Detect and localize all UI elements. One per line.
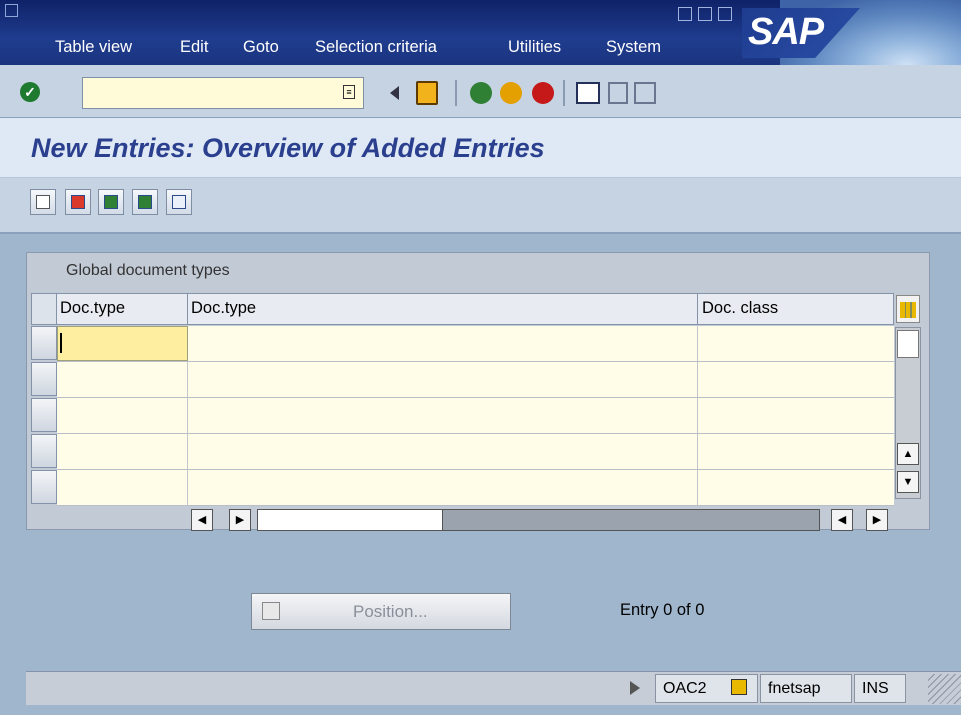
toolbar-separator — [563, 80, 565, 106]
row-selector[interactable] — [31, 326, 57, 360]
page-title: New Entries: Overview of Added Entries — [31, 133, 545, 163]
select-block-icon[interactable] — [132, 189, 158, 215]
cell-doc-type[interactable] — [57, 362, 188, 397]
find-icon[interactable] — [608, 82, 628, 104]
minimize-icon[interactable] — [678, 7, 692, 21]
cell-doc-type[interactable] — [57, 470, 188, 505]
close-icon[interactable] — [718, 7, 732, 21]
scroll-down-icon[interactable]: ▼ — [897, 471, 919, 493]
column-header-doc-type[interactable]: Doc.type — [57, 293, 188, 325]
column-header-doc-type-description[interactable]: Doc.type — [188, 293, 698, 325]
maximize-icon[interactable] — [698, 7, 712, 21]
find-next-icon[interactable] — [634, 82, 656, 104]
menu-system[interactable]: System — [606, 38, 661, 57]
cancel-icon[interactable] — [532, 82, 554, 104]
delete-icon[interactable] — [65, 189, 91, 215]
change-display-icon[interactable] — [30, 189, 56, 215]
session-list-icon[interactable] — [731, 679, 747, 695]
enter-icon[interactable]: ✓ — [20, 82, 40, 102]
status-expand-icon[interactable] — [630, 681, 640, 695]
deselect-all-icon[interactable] — [166, 189, 192, 215]
table-row — [57, 470, 894, 506]
sap-logo-text: SAP — [748, 11, 824, 53]
print-icon[interactable] — [576, 82, 600, 104]
status-server: fnetsap — [760, 674, 852, 703]
scroll-right-icon[interactable]: ▶ — [229, 509, 251, 531]
status-transaction-label: OAC2 — [663, 680, 707, 697]
menu-goto[interactable]: Goto — [243, 38, 279, 57]
command-history-icon[interactable]: ≡ — [343, 85, 355, 99]
menu-utilities[interactable]: Utilities — [508, 38, 561, 57]
menu-edit[interactable]: Edit — [180, 38, 208, 57]
exit-icon[interactable] — [500, 82, 522, 104]
resize-grip[interactable] — [928, 674, 961, 704]
command-field[interactable]: ≡ — [82, 77, 364, 109]
row-selector[interactable] — [31, 398, 57, 432]
menu-selection-criteria[interactable]: Selection criteria — [315, 38, 437, 57]
scroll-up-icon[interactable]: ▲ — [897, 443, 919, 465]
column-header-doc-class[interactable]: Doc. class — [698, 293, 894, 325]
select-all-rows-button[interactable] — [31, 293, 57, 325]
system-menu-icon[interactable] — [5, 4, 18, 17]
cell-description[interactable] — [188, 398, 698, 433]
active-cell-doc-type[interactable] — [57, 326, 188, 361]
table-title: Global document types — [66, 262, 230, 279]
horizontal-scroll-thumb[interactable] — [258, 510, 443, 530]
cell-description[interactable] — [188, 326, 698, 361]
cell-doc-type[interactable] — [57, 434, 188, 469]
back-green-icon[interactable] — [470, 82, 492, 104]
position-icon — [262, 602, 280, 620]
scroll-left-icon[interactable]: ◀ — [831, 509, 853, 531]
row-selector[interactable] — [31, 470, 57, 504]
table-settings-icon[interactable] — [896, 295, 920, 323]
entry-count: Entry 0 of 0 — [620, 601, 705, 619]
position-button[interactable]: Position... — [251, 593, 511, 630]
vertical-scroll-thumb[interactable] — [897, 330, 919, 358]
scroll-right-icon[interactable]: ▶ — [866, 509, 888, 531]
back-icon[interactable] — [390, 86, 399, 100]
text-cursor — [60, 333, 62, 353]
save-icon[interactable] — [416, 81, 438, 105]
cell-description[interactable] — [188, 470, 698, 505]
cell-description[interactable] — [188, 362, 698, 397]
table-row — [57, 398, 894, 434]
select-all-icon[interactable] — [98, 189, 124, 215]
cell-doc-type[interactable] — [57, 398, 188, 433]
cell-description[interactable] — [188, 434, 698, 469]
table-row — [57, 362, 894, 398]
row-selector[interactable] — [31, 362, 57, 396]
table-row — [57, 434, 894, 470]
status-mode[interactable]: INS — [854, 674, 906, 703]
menu-table-view[interactable]: Table view — [55, 38, 132, 57]
scroll-left-icon[interactable]: ◀ — [191, 509, 213, 531]
row-selector[interactable] — [31, 434, 57, 468]
status-transaction: OAC2 — [655, 674, 758, 703]
toolbar-separator — [455, 80, 457, 106]
position-label: Position... — [353, 602, 428, 621]
